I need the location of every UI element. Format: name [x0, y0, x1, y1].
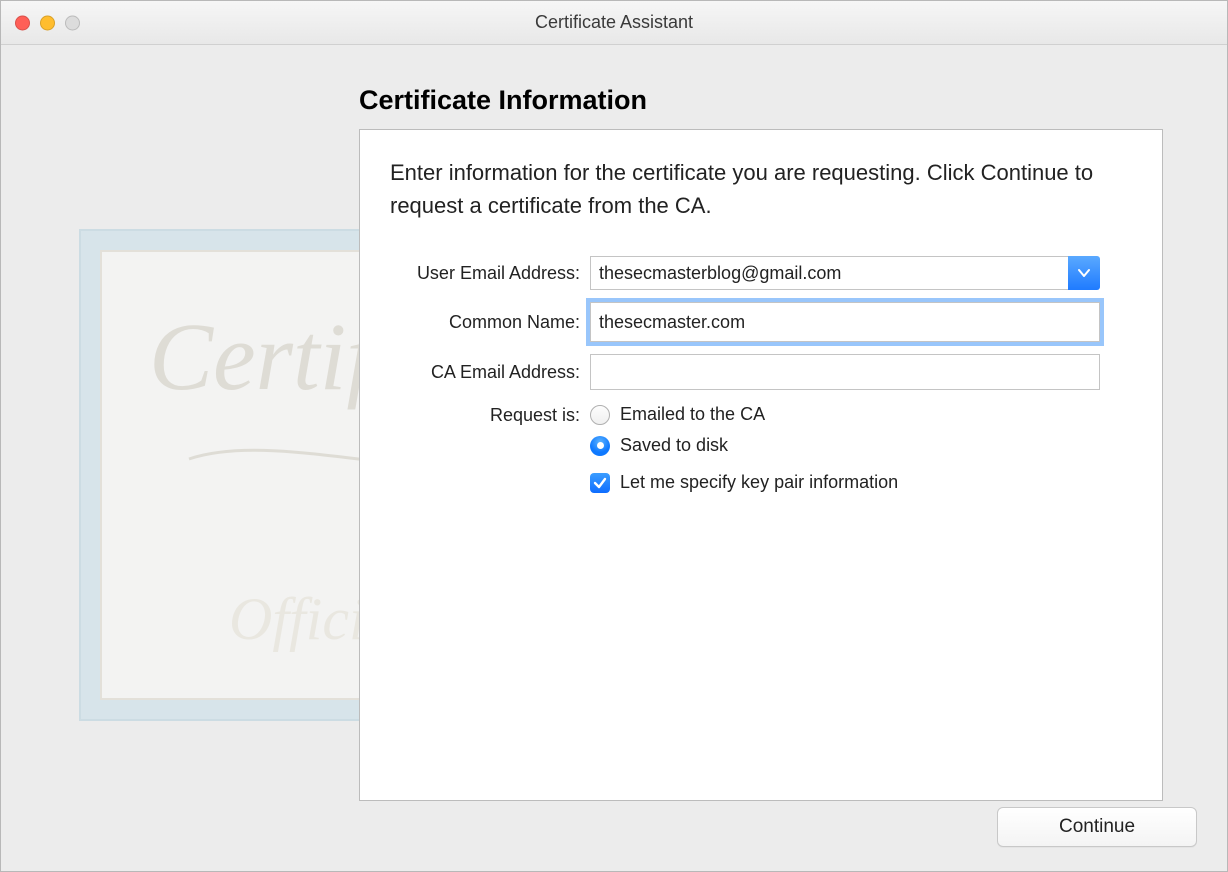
checkbox-specify-keypair[interactable]: Let me specify key pair information — [590, 472, 1134, 493]
certificate-form: User Email Address: Common Name: — [390, 256, 1134, 505]
radio-saved-to-disk[interactable]: Saved to disk — [590, 435, 1134, 456]
request-is-radio-group: Emailed to the CA Saved to disk Let me — [590, 402, 1134, 493]
main-panel: Enter information for the certificate yo… — [359, 129, 1163, 801]
ca-email-label: CA Email Address: — [390, 362, 590, 383]
user-email-combobox[interactable] — [590, 256, 1100, 290]
close-icon[interactable] — [15, 15, 30, 30]
user-email-label: User Email Address: — [390, 263, 590, 284]
radio-saved-label: Saved to disk — [620, 435, 728, 456]
zoom-icon — [65, 15, 80, 30]
radio-emailed-label: Emailed to the CA — [620, 404, 765, 425]
continue-button[interactable]: Continue — [997, 807, 1197, 847]
window-title: Certificate Assistant — [535, 12, 693, 33]
user-email-dropdown-button[interactable] — [1068, 256, 1100, 290]
radio-emailed-to-ca[interactable]: Emailed to the CA — [590, 404, 1134, 425]
radio-icon — [590, 436, 610, 456]
user-email-input[interactable] — [590, 256, 1068, 290]
row-user-email: User Email Address: — [390, 256, 1134, 290]
checkbox-specify-keypair-label: Let me specify key pair information — [620, 472, 898, 493]
row-ca-email: CA Email Address: — [390, 354, 1134, 390]
checkmark-icon — [593, 476, 607, 490]
chevron-down-icon — [1078, 267, 1090, 279]
common-name-label: Common Name: — [390, 312, 590, 333]
window: Certificate Assistant Certificate Offici… — [0, 0, 1228, 872]
row-request-is: Request is: Emailed to the CA Saved to d… — [390, 402, 1134, 493]
radio-icon — [590, 405, 610, 425]
checkbox-icon — [590, 473, 610, 493]
common-name-input[interactable] — [590, 302, 1100, 342]
ca-email-input[interactable] — [590, 354, 1100, 390]
request-is-label: Request is: — [390, 402, 590, 426]
page-heading: Certificate Information — [359, 85, 647, 116]
row-common-name: Common Name: — [390, 302, 1134, 342]
content-area: Certificate Official Certificate Informa… — [1, 45, 1227, 871]
titlebar: Certificate Assistant — [1, 1, 1227, 45]
traffic-lights — [15, 15, 80, 30]
minimize-icon[interactable] — [40, 15, 55, 30]
instructions-text: Enter information for the certificate yo… — [390, 156, 1132, 222]
